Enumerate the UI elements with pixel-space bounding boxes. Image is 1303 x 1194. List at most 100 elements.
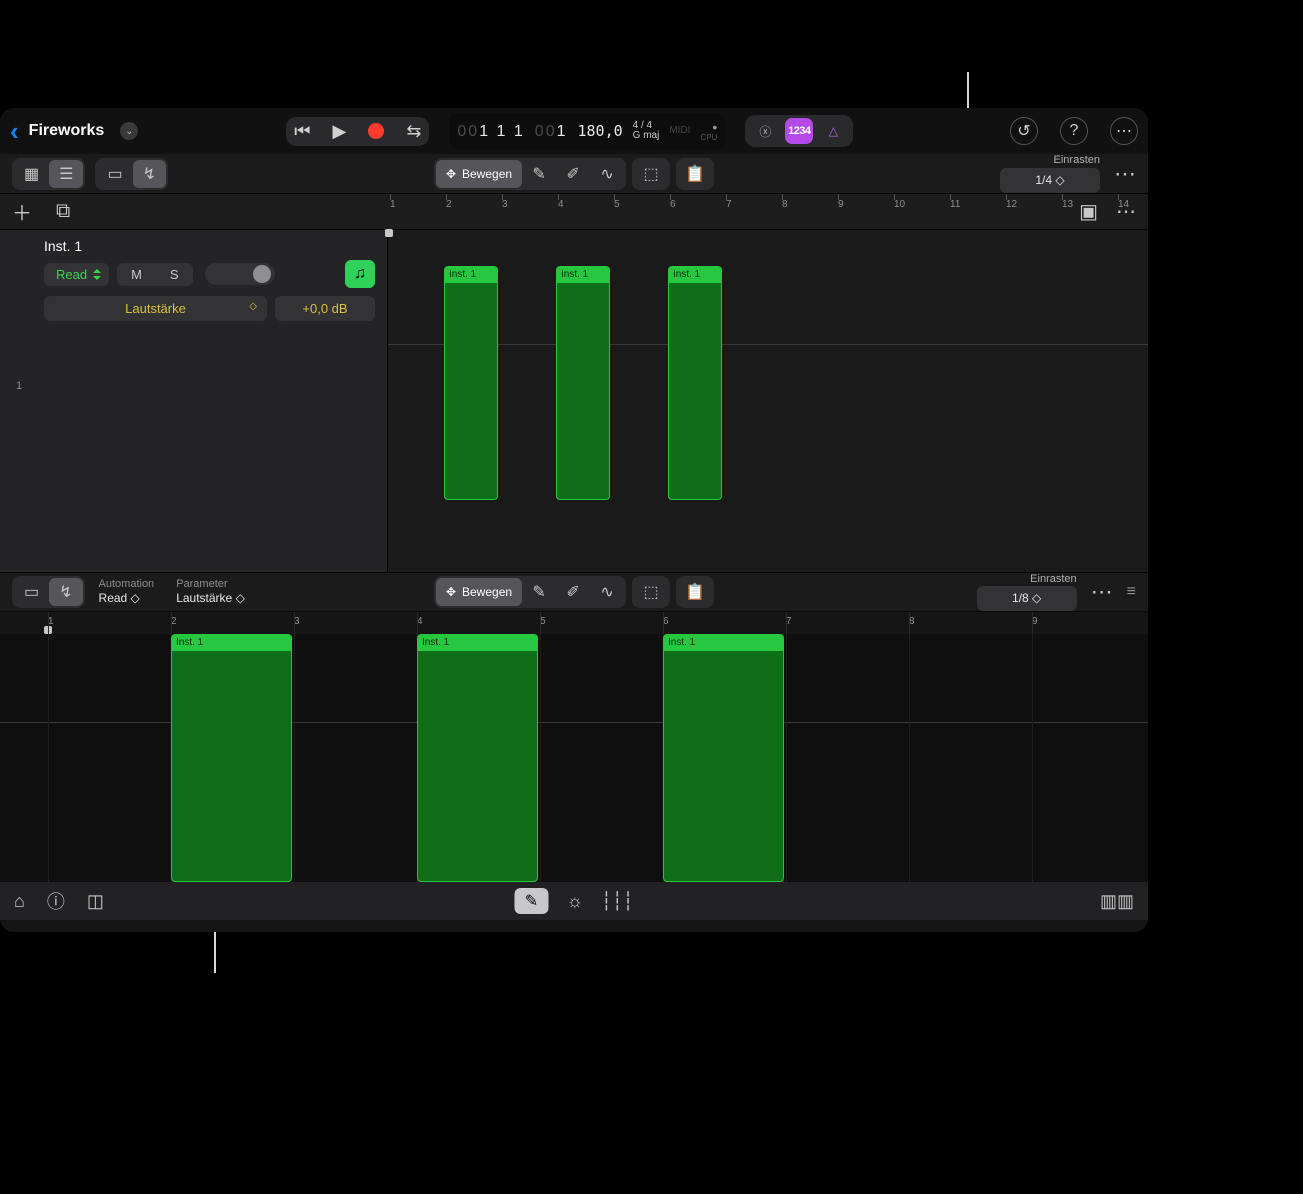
view-segment: ▦ ☰ <box>12 158 85 190</box>
brightness-button[interactable]: ☼ <box>566 891 583 912</box>
duplicate-track-button[interactable]: ⧉ <box>56 200 70 223</box>
mixer-button[interactable]: ┆┆┆ <box>601 891 634 912</box>
lcd-pos-pre: 00 <box>457 123 479 140</box>
editor-region-view[interactable]: ▭ <box>14 578 49 606</box>
back-button[interactable]: ‹ <box>10 116 19 147</box>
bar-ruler-lower[interactable]: 123456789 <box>0 612 1148 634</box>
automation-value[interactable]: +0,0 dB <box>275 296 375 321</box>
editor-paste-tool[interactable]: 📋 <box>678 578 712 606</box>
bottom-toolbar: ⌂ ⓘ ◫ ✎ ☼ ┆┆┆ ▥▥ <box>0 882 1148 920</box>
project-title[interactable]: Fireworks <box>29 122 105 140</box>
editor-marquee-tool[interactable]: ⬚ <box>634 578 668 606</box>
tuner-button[interactable]: ⓧ <box>751 118 779 144</box>
help-button[interactable]: ? <box>1060 117 1088 145</box>
editor-bar-tick: 6 <box>663 616 669 627</box>
midi-region[interactable]: Inst. 1 <box>556 266 610 500</box>
editor-bar-tick: 1 <box>48 616 54 627</box>
lcd-sig-key: 4 / 4 G maj <box>633 121 660 141</box>
play-button[interactable]: ▶ <box>332 121 346 142</box>
lcd-bar: 1 <box>557 123 568 140</box>
editor-bar-tick: 9 <box>1032 616 1038 627</box>
solo-button[interactable]: S <box>156 263 193 286</box>
lcd-cpu-label: CPU <box>700 134 717 142</box>
more-button[interactable]: ⋯ <box>1110 117 1138 145</box>
midi-region[interactable]: Inst. 1 <box>668 266 722 500</box>
bar-tick: 14 <box>1118 199 1129 210</box>
editor-pencil-tool[interactable]: ✎ <box>522 578 556 606</box>
rewind-button[interactable]: ⏮ <box>294 121 310 142</box>
info-button[interactable]: ⓘ <box>47 888 65 914</box>
display-segment: ▭ ↯ <box>95 158 168 190</box>
automation-param-button[interactable]: Lautstärke ◇ <box>44 296 267 321</box>
gridline <box>540 634 541 882</box>
bar-tick: 3 <box>502 199 508 210</box>
editor-automation-col[interactable]: Automation Read ◇ <box>99 578 155 606</box>
toolbar-more-icon[interactable]: ⋯ <box>1114 161 1136 187</box>
editor-brush-tool[interactable]: ✐ <box>556 578 590 606</box>
tray-button[interactable]: ⌂ <box>14 891 25 912</box>
lcd-cpu-dot: • <box>712 120 717 134</box>
instrument-icon[interactable]: ♫ <box>345 260 375 288</box>
bar-tick: 6 <box>670 199 676 210</box>
editor-region-label: Inst. 1 <box>664 635 783 651</box>
add-track-button[interactable]: ＋ <box>12 197 32 226</box>
bar-ruler-top[interactable]: 1234567891011121314 <box>388 194 1148 229</box>
slider-thumb[interactable] <box>253 265 271 283</box>
track-row[interactable]: Inst. 1 Read M S ♫ Lautstärke ◇ +0,0 dB <box>0 230 387 329</box>
bar-tick: 12 <box>1006 199 1017 210</box>
editor-more-icon[interactable]: ⋯ <box>1091 579 1113 605</box>
lcd-midi-label: MIDI <box>669 126 690 136</box>
undo-button[interactable]: ↺ <box>1010 117 1038 145</box>
playhead[interactable] <box>385 229 393 237</box>
editor-curve-tool[interactable]: ∿ <box>590 578 624 606</box>
bar-tick: 9 <box>838 199 844 210</box>
automation-mode-button[interactable]: Read <box>44 263 109 286</box>
panel-button[interactable]: ◫ <box>87 891 104 912</box>
gridline <box>294 634 295 882</box>
paste-tool[interactable]: 📋 <box>678 160 712 188</box>
region-label: Inst. 1 <box>445 267 497 283</box>
record-button[interactable] <box>368 123 384 139</box>
curve-tool[interactable]: ∿ <box>590 160 624 188</box>
region-view-button[interactable]: ▭ <box>97 160 132 188</box>
snap-top[interactable]: Einrasten 1/4 ◇ <box>1000 154 1100 193</box>
lcd-display[interactable]: 001 1 1 001 180,0 4 / 4 G maj MIDI • CPU <box>449 113 725 149</box>
editor-region-label: Inst. 1 <box>418 635 537 651</box>
project-dropdown-icon[interactable]: ⌄ <box>120 122 138 140</box>
draw-mode-button[interactable]: ✎ <box>514 888 548 914</box>
editor-midi-region[interactable]: Inst. 1 <box>171 634 292 882</box>
snap-label: Einrasten <box>1000 154 1100 168</box>
bar-tick: 7 <box>726 199 732 210</box>
editor-bar-tick: 3 <box>294 616 300 627</box>
editor-parameter-label: Parameter <box>176 578 245 591</box>
editor-toolbar: ▭ ↯ Automation Read ◇ Parameter Lautstär… <box>0 572 1148 612</box>
mute-button[interactable]: M <box>117 263 156 286</box>
editor-drag-handle[interactable]: ≡ <box>1127 583 1136 601</box>
list-view-button[interactable]: ☰ <box>49 160 83 188</box>
move-tool[interactable]: ✥Bewegen <box>436 160 522 188</box>
editor-parameter-col[interactable]: Parameter Lautstärke ◇ <box>176 578 245 606</box>
grid-view-button[interactable]: ▦ <box>14 160 49 188</box>
bar-tick: 11 <box>950 199 960 210</box>
marquee-tool[interactable]: ⬚ <box>634 160 668 188</box>
keyboard-button[interactable]: ▥▥ <box>1100 891 1134 912</box>
volume-slider[interactable] <box>205 263 275 285</box>
snap-lower[interactable]: Einrasten 1/8 ◇ <box>977 573 1077 612</box>
brush-tool[interactable]: ✐ <box>556 160 590 188</box>
automation-view-button[interactable]: ↯ <box>133 160 166 188</box>
mute-solo-group: M S <box>117 263 193 286</box>
editor-midi-region[interactable]: Inst. 1 <box>417 634 538 882</box>
editor-midi-region[interactable]: Inst. 1 <box>663 634 784 882</box>
midi-region[interactable]: Inst. 1 <box>444 266 498 500</box>
metronome-button[interactable]: △ <box>819 118 847 144</box>
editor-automation-view[interactable]: ↯ <box>49 578 82 606</box>
snap-lower-value: 1/8 <box>1012 591 1029 605</box>
gridline <box>1032 634 1033 882</box>
lcd-key: G maj <box>633 131 660 141</box>
cycle-button[interactable]: ⇆ <box>406 121 421 142</box>
editor-track-area[interactable]: Inst. 1 Inst. 1 Inst. 1 <box>0 634 1148 882</box>
editor-move-tool[interactable]: ✥Bewegen <box>436 578 522 606</box>
countin-button[interactable]: 1234 <box>785 118 813 144</box>
pencil-tool[interactable]: ✎ <box>522 160 556 188</box>
bar-tick: 5 <box>614 199 620 210</box>
